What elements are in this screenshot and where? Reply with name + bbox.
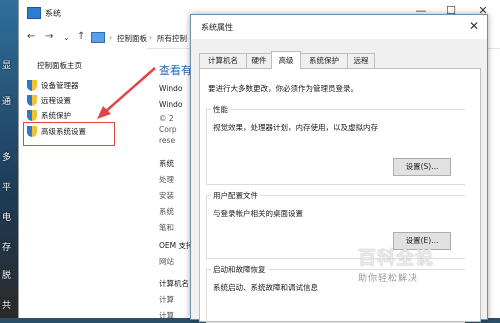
close-icon[interactable]: ✕ bbox=[469, 19, 479, 33]
dialog-title: 系统属性 bbox=[201, 23, 233, 32]
desktop-label: 多 bbox=[2, 153, 12, 163]
tab-hardware[interactable]: 硬件 bbox=[246, 53, 272, 68]
red-arrow-icon bbox=[97, 67, 156, 119]
desktop-label: 通 bbox=[2, 97, 12, 107]
tab-advanced[interactable]: 高级 bbox=[271, 51, 301, 69]
tab-system-protection[interactable]: 系统保护 bbox=[300, 53, 348, 68]
group-title: 性能 bbox=[211, 104, 230, 115]
performance-settings-button[interactable]: 设置(S)... bbox=[393, 158, 451, 176]
group-description: 与登录帐户相关的桌面设置 bbox=[213, 209, 303, 218]
admin-notice: 要进行大多数更改，你必须作为管理员登录。 bbox=[208, 84, 358, 93]
watermark-subtitle: 助你轻松解决 bbox=[358, 274, 419, 284]
desktop-label: 显 bbox=[2, 61, 12, 71]
performance-group: 性能 视觉效果，处理器计划，内存使用，以及虚拟内存 设置(S)... bbox=[206, 104, 465, 185]
group-description: 视觉效果，处理器计划，内存使用，以及虚拟内存 bbox=[213, 123, 378, 132]
watermark: 百科全说 助你轻松解决 bbox=[358, 244, 468, 284]
desktop-label: 共 bbox=[2, 301, 12, 311]
desktop-label: 电 bbox=[2, 213, 12, 223]
group-description: 系统启动、系统故障和调试信息 bbox=[213, 283, 318, 292]
group-title: 启动和故障恢复 bbox=[211, 264, 268, 275]
desktop-background: 显 通 多 平 电 存 脱 共 bbox=[0, 0, 20, 318]
tab-computer-name[interactable]: 计算机名 bbox=[199, 53, 247, 68]
group-title: 用户配置文件 bbox=[211, 190, 260, 201]
desktop-label: 平 bbox=[2, 183, 12, 193]
watermark-logo: 百科全说 bbox=[358, 248, 434, 269]
dialog-titlebar: 系统属性 ✕ bbox=[191, 15, 487, 39]
desktop-label: 存 bbox=[2, 243, 12, 253]
desktop-label: 脱 bbox=[2, 271, 12, 281]
tab-remote[interactable]: 远程 bbox=[347, 53, 375, 68]
